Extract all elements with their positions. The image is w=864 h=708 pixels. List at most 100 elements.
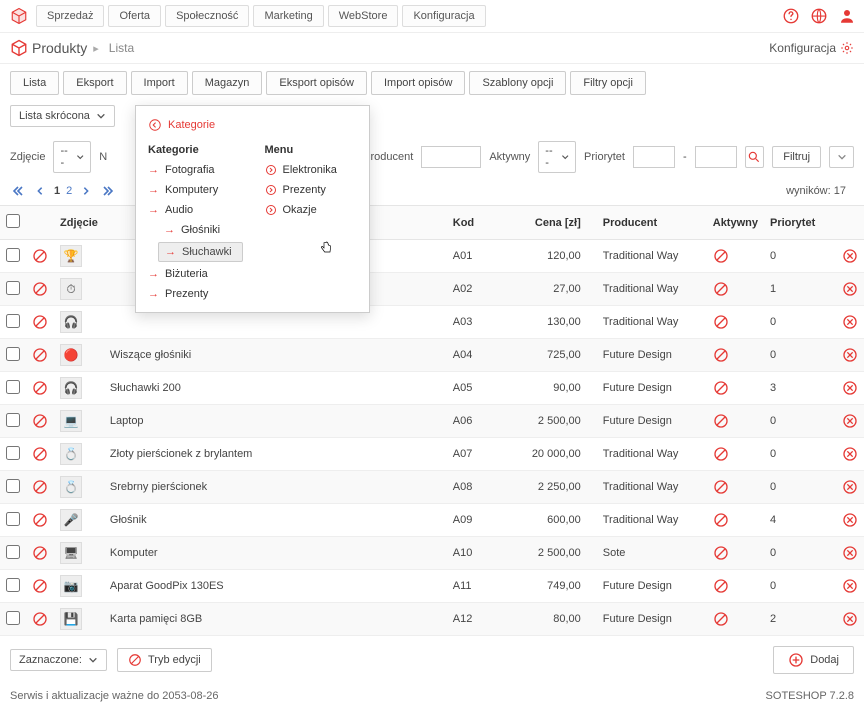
row-thumbnail[interactable]: 📷 (60, 575, 82, 597)
row-thumbnail[interactable]: 🔴 (60, 344, 82, 366)
row-noentry-icon[interactable] (26, 405, 54, 438)
row-checkbox[interactable] (6, 578, 20, 592)
view-mode-dropdown[interactable]: Lista skrócona (10, 105, 115, 127)
row-checkbox[interactable] (6, 413, 20, 427)
row-checkbox[interactable] (6, 281, 20, 295)
config-link[interactable]: Konfiguracja (769, 41, 854, 55)
table-row[interactable]: 🔴Wiszące głośnikiA04725,00Future Design0 (0, 339, 864, 372)
filter-button[interactable]: Filtruj (772, 146, 821, 168)
row-aktywny-icon[interactable] (707, 603, 764, 636)
col-cena[interactable]: Cena [zł] (517, 206, 597, 240)
row-checkbox[interactable] (6, 347, 20, 361)
row-delete-button[interactable] (834, 372, 864, 405)
search-button[interactable] (745, 146, 765, 168)
app-logo[interactable] (8, 5, 30, 27)
tab-import[interactable]: Import (131, 71, 188, 95)
selected-dropdown[interactable]: Zaznaczone: (10, 649, 107, 671)
menu-item-fotografia[interactable]: →Fotografia (136, 160, 253, 180)
menu-sub-glosniki[interactable]: → Głośniki (136, 220, 253, 240)
row-aktywny-icon[interactable] (707, 537, 764, 570)
row-aktywny-icon[interactable] (707, 339, 764, 372)
col-zdjecie[interactable]: Zdjęcie (54, 206, 104, 240)
row-noentry-icon[interactable] (26, 603, 54, 636)
table-row[interactable]: 🎧Słuchawki 200A0590,00Future Design3 (0, 372, 864, 405)
menu-item-elektronika[interactable]: Elektronika (253, 160, 370, 180)
topnav-oferta[interactable]: Oferta (108, 5, 161, 27)
row-thumbnail[interactable]: 🎤 (60, 509, 82, 531)
table-row[interactable]: 📷Aparat GoodPix 130ESA11749,00Future Des… (0, 570, 864, 603)
row-noentry-icon[interactable] (26, 438, 54, 471)
filter-expand-button[interactable] (829, 146, 854, 168)
row-thumbnail[interactable]: ⏱ (60, 278, 82, 300)
row-aktywny-icon[interactable] (707, 405, 764, 438)
help-icon[interactable] (782, 7, 800, 25)
pager-page-2[interactable]: 2 (66, 185, 72, 197)
row-thumbnail[interactable]: 🎧 (60, 377, 82, 399)
tab-filtry-opcji[interactable]: Filtry opcji (570, 71, 646, 95)
tab-import-opisów[interactable]: Import opisów (371, 71, 465, 95)
row-noentry-icon[interactable] (26, 240, 54, 273)
col-producent[interactable]: Producent (597, 206, 707, 240)
row-aktywny-icon[interactable] (707, 306, 764, 339)
filter-producent-input[interactable] (421, 146, 481, 168)
row-aktywny-icon[interactable] (707, 471, 764, 504)
filter-aktywny-dropdown[interactable]: --- (538, 141, 576, 173)
table-row[interactable]: 💾Karta pamięci 8GBA1280,00Future Design2 (0, 603, 864, 636)
row-checkbox[interactable] (6, 380, 20, 394)
row-noentry-icon[interactable] (26, 273, 54, 306)
row-thumbnail[interactable]: 🎧 (60, 311, 82, 333)
edit-mode-button[interactable]: Tryb edycji (117, 648, 212, 672)
col-priorytet[interactable]: Priorytet (764, 206, 834, 240)
row-delete-button[interactable] (834, 603, 864, 636)
row-noentry-icon[interactable] (26, 306, 54, 339)
topnav-konfiguracja[interactable]: Konfiguracja (402, 5, 485, 27)
row-delete-button[interactable] (834, 537, 864, 570)
row-thumbnail[interactable]: 💻 (60, 410, 82, 432)
row-delete-button[interactable] (834, 405, 864, 438)
row-checkbox[interactable] (6, 611, 20, 625)
menu-item-okazje[interactable]: Okazje (253, 200, 370, 220)
filter-priorytet-to[interactable] (695, 146, 737, 168)
table-row[interactable]: 🖥KomputerA102 500,00Sote0 (0, 537, 864, 570)
row-noentry-icon[interactable] (26, 570, 54, 603)
row-delete-button[interactable] (834, 273, 864, 306)
user-icon[interactable] (838, 7, 856, 25)
add-button[interactable]: Dodaj (773, 646, 854, 674)
row-noentry-icon[interactable] (26, 372, 54, 405)
select-all-checkbox[interactable] (6, 214, 20, 228)
topnav-społeczność[interactable]: Społeczność (165, 5, 249, 27)
tab-magazyn[interactable]: Magazyn (192, 71, 263, 95)
row-checkbox[interactable] (6, 479, 20, 493)
row-thumbnail[interactable]: 💍 (60, 476, 82, 498)
col-kod[interactable]: Kod (447, 206, 517, 240)
row-noentry-icon[interactable] (26, 471, 54, 504)
pager-current[interactable]: 1 (54, 185, 60, 197)
filter-priorytet-from[interactable] (633, 146, 675, 168)
menu-item-prezenty[interactable]: Prezenty (253, 180, 370, 200)
row-thumbnail[interactable]: 🏆 (60, 245, 82, 267)
table-row[interactable]: 🏆A01120,00Traditional Way0 (0, 240, 864, 273)
tab-lista[interactable]: Lista (10, 71, 59, 95)
menu-item-prezenty[interactable]: →Prezenty (136, 284, 253, 304)
menu-sub-sluchawki[interactable]: → Słuchawki (158, 242, 243, 262)
menu-item-audio[interactable]: →Audio (136, 200, 253, 220)
row-checkbox[interactable] (6, 446, 20, 460)
row-noentry-icon[interactable] (26, 339, 54, 372)
topnav-sprzedaż[interactable]: Sprzedaż (36, 5, 104, 27)
row-delete-button[interactable] (834, 240, 864, 273)
topnav-marketing[interactable]: Marketing (253, 5, 323, 27)
pager-last[interactable] (100, 183, 116, 199)
table-row[interactable]: 💍Złoty pierścionek z brylantemA0720 000,… (0, 438, 864, 471)
row-aktywny-icon[interactable] (707, 570, 764, 603)
row-thumbnail[interactable]: 🖥 (60, 542, 82, 564)
table-row[interactable]: 🎤GłośnikA09600,00Traditional Way4 (0, 504, 864, 537)
row-aktywny-icon[interactable] (707, 438, 764, 471)
row-delete-button[interactable] (834, 570, 864, 603)
row-aktywny-icon[interactable] (707, 504, 764, 537)
row-aktywny-icon[interactable] (707, 372, 764, 405)
tab-eksport[interactable]: Eksport (63, 71, 126, 95)
menu-item-komputery[interactable]: →Komputery (136, 180, 253, 200)
row-delete-button[interactable] (834, 339, 864, 372)
row-delete-button[interactable] (834, 471, 864, 504)
pager-first[interactable] (10, 183, 26, 199)
